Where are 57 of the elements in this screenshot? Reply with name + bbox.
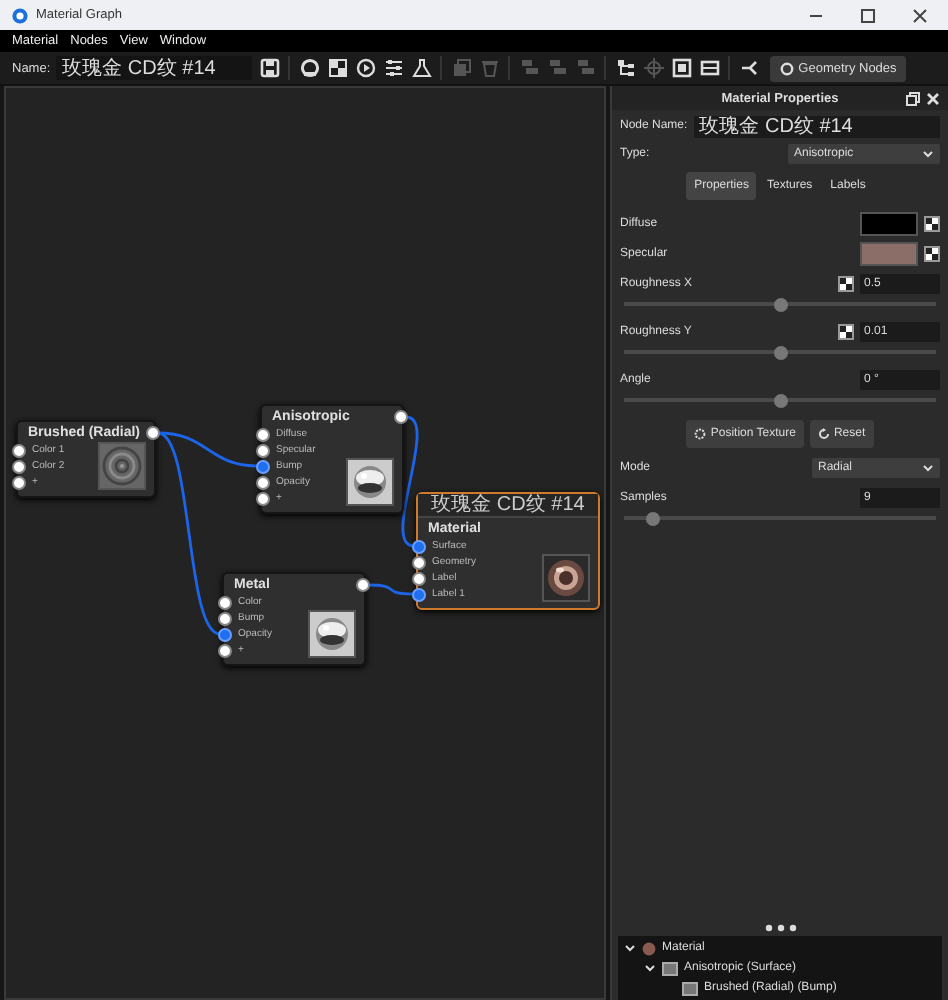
play-button[interactable] bbox=[354, 56, 377, 80]
texture-icon[interactable] bbox=[838, 276, 854, 292]
input-port[interactable] bbox=[12, 475, 26, 489]
sphere-icon bbox=[642, 941, 656, 955]
texture-icon[interactable] bbox=[838, 324, 854, 340]
color-swatch[interactable] bbox=[860, 242, 918, 266]
input-port[interactable] bbox=[218, 627, 232, 641]
output-port[interactable] bbox=[394, 410, 408, 424]
sliders-button[interactable] bbox=[382, 56, 405, 80]
texture-icon[interactable] bbox=[924, 216, 940, 232]
more-handle-icon[interactable] bbox=[763, 924, 797, 932]
input-port[interactable] bbox=[12, 443, 26, 457]
maximize-icon[interactable] bbox=[860, 7, 876, 23]
input-port[interactable] bbox=[218, 643, 232, 657]
slider-thumb[interactable] bbox=[773, 393, 787, 407]
slider-thumb[interactable] bbox=[645, 511, 660, 525]
app-logo-icon bbox=[12, 7, 28, 23]
flask-button[interactable] bbox=[410, 56, 433, 80]
input-port[interactable] bbox=[218, 595, 232, 609]
input-port[interactable] bbox=[412, 555, 426, 569]
ring-icon bbox=[780, 61, 795, 75]
sphere-button[interactable] bbox=[298, 56, 321, 80]
slider-thumb[interactable] bbox=[773, 345, 787, 359]
input-port[interactable] bbox=[412, 587, 426, 601]
color-swatch[interactable] bbox=[860, 212, 918, 236]
connection-wire bbox=[401, 415, 419, 548]
chevron-down-icon bbox=[922, 464, 934, 472]
reset-icon bbox=[817, 428, 830, 440]
connection-wire bbox=[367, 583, 415, 596]
image-button[interactable] bbox=[698, 56, 721, 80]
output-port[interactable] bbox=[356, 578, 370, 592]
input-port[interactable] bbox=[12, 459, 26, 473]
close-icon[interactable] bbox=[912, 7, 928, 23]
node-name-field[interactable]: 玫瑰金 CD纹 #14 bbox=[693, 115, 940, 137]
input-port[interactable] bbox=[412, 571, 426, 585]
node-icon bbox=[662, 961, 678, 975]
input-port[interactable] bbox=[256, 459, 270, 473]
input-port[interactable] bbox=[256, 427, 270, 441]
checker-button[interactable] bbox=[326, 56, 349, 80]
input-port[interactable] bbox=[256, 491, 270, 505]
split-arrow-button[interactable] bbox=[738, 56, 761, 80]
undock-icon[interactable] bbox=[906, 91, 920, 105]
tree-button[interactable] bbox=[614, 56, 637, 80]
slider-thumb[interactable] bbox=[773, 297, 787, 311]
node-icon bbox=[682, 981, 698, 995]
texture-icon[interactable] bbox=[924, 246, 940, 262]
frame-button[interactable] bbox=[670, 56, 693, 80]
name-field[interactable]: 玫瑰金 CD纹 #14 bbox=[56, 56, 253, 80]
input-port[interactable] bbox=[256, 475, 270, 489]
node-header: 玫瑰金 CD纹 #14 bbox=[418, 494, 598, 518]
chevron-down-icon bbox=[922, 150, 934, 158]
output-port[interactable] bbox=[146, 426, 160, 440]
input-port[interactable] bbox=[218, 611, 232, 625]
save-button[interactable] bbox=[258, 56, 281, 80]
input-port[interactable] bbox=[412, 539, 426, 553]
input-port[interactable] bbox=[256, 443, 270, 457]
gear-icon bbox=[694, 428, 707, 440]
